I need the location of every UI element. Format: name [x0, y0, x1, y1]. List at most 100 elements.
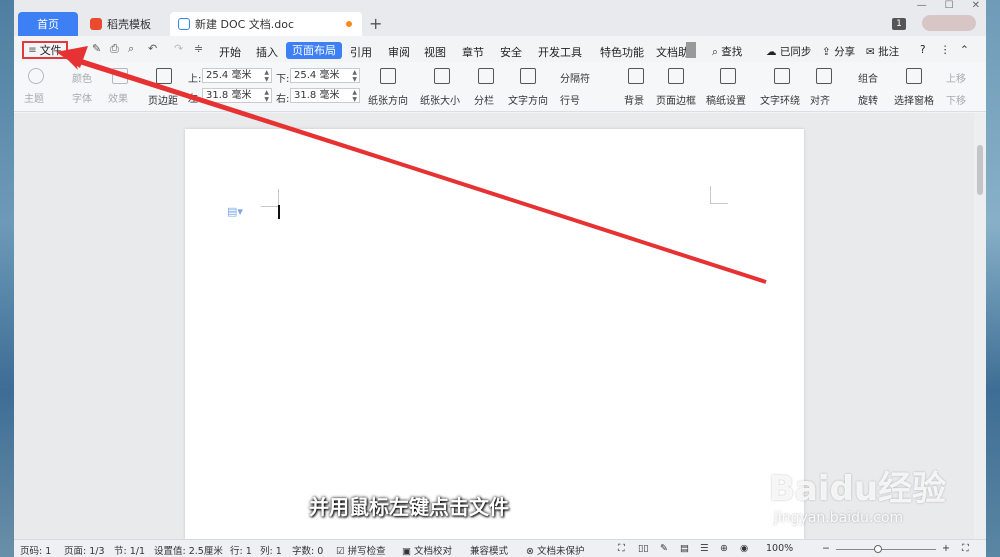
window-count-badge[interactable]: 1: [892, 18, 906, 30]
line-numbers-button[interactable]: 行号: [560, 92, 580, 107]
breaks-button[interactable]: 分隔符: [560, 70, 590, 85]
effect-button[interactable]: 效果: [108, 90, 128, 105]
status-section[interactable]: 节: 1/1: [114, 543, 145, 557]
selection-pane-button[interactable]: 选择窗格: [894, 92, 934, 107]
status-page-number[interactable]: 页码: 1: [20, 543, 51, 557]
window-controls: — ☐ ✕: [917, 0, 980, 12]
color-button[interactable]: 颜色: [72, 70, 92, 85]
tab-home[interactable]: 首页: [18, 12, 78, 36]
status-setting[interactable]: 设置值: 2.5厘米: [154, 543, 223, 557]
web-view-icon[interactable]: ⊕: [720, 543, 728, 554]
file-menu-button[interactable]: ≡ 文件: [22, 41, 68, 59]
page-border-button[interactable]: 页面边框: [656, 92, 696, 107]
paragraph-options-icon[interactable]: ▤▾: [227, 205, 243, 218]
redo-icon[interactable]: ↷: [174, 42, 183, 55]
user-avatar[interactable]: [922, 15, 976, 31]
comment-button[interactable]: ✉ 批注: [866, 44, 899, 59]
menu-security[interactable]: 安全: [500, 44, 522, 60]
sync-label: 已同步: [779, 46, 812, 58]
tab-document[interactable]: 新建 DOC 文档.doc: [170, 12, 362, 36]
scrollbar-thumb[interactable]: [977, 145, 983, 195]
close-icon[interactable]: ✕: [972, 0, 980, 12]
margin-left-input[interactable]: 31.8 毫米 ▲ ▼: [202, 88, 272, 103]
tab-templates[interactable]: 稻壳模板: [82, 12, 166, 36]
print-icon[interactable]: ⎙: [110, 42, 119, 56]
menu-view[interactable]: 视图: [424, 44, 446, 60]
help-icon[interactable]: ?: [920, 44, 926, 56]
margin-top-input[interactable]: 25.4 毫米 ▲ ▼: [202, 68, 272, 83]
margin-right-input[interactable]: 31.8 毫米 ▲ ▼: [290, 88, 360, 103]
menu-start[interactable]: 开始: [219, 44, 241, 60]
theme-button[interactable]: 主题: [24, 90, 44, 105]
menu-doc-assistant[interactable]: 文档助: [656, 44, 689, 60]
menu-references[interactable]: 引用: [350, 44, 372, 60]
format-painter-icon[interactable]: ✎: [92, 42, 101, 55]
outline-view-icon[interactable]: ☰: [700, 543, 709, 554]
zoom-in-icon[interactable]: +: [942, 543, 950, 554]
selection-pane-icon: [906, 68, 922, 84]
fullscreen-icon[interactable]: ⛶: [618, 543, 625, 554]
reading-mode-icon[interactable]: ▯▯: [638, 543, 648, 554]
comment-label: 批注: [878, 46, 900, 58]
menu-developer[interactable]: 开发工具: [538, 44, 582, 60]
new-tab-icon[interactable]: +: [369, 14, 382, 33]
menu-insert[interactable]: 插入: [256, 44, 278, 60]
zoom-slider-knob[interactable]: [874, 545, 882, 553]
zoom-level[interactable]: 100%: [766, 543, 793, 554]
search-button[interactable]: ⌕ 查找: [712, 44, 742, 59]
text-direction-button[interactable]: 文字方向: [508, 92, 548, 107]
margins-button[interactable]: 页边距: [148, 92, 178, 107]
status-col[interactable]: 列: 1: [260, 543, 282, 557]
chevron-down-icon[interactable]: ⌄: [72, 42, 81, 55]
text-wrap-button[interactable]: 文字环绕: [760, 92, 800, 107]
customize-icon[interactable]: ≑: [194, 42, 203, 55]
paper-size-button[interactable]: 纸张大小: [420, 92, 460, 107]
margin-left-label: 左:: [188, 94, 202, 105]
orientation-icon: [380, 68, 396, 84]
menu-chapter[interactable]: 章节: [462, 44, 484, 60]
group-button[interactable]: 组合: [858, 70, 878, 85]
fit-page-icon[interactable]: ⛶: [962, 543, 969, 554]
document-page[interactable]: ▤▾: [185, 129, 804, 539]
eye-protect-icon[interactable]: ◉: [740, 543, 748, 554]
video-subtitle: 并用鼠标左键点击文件: [309, 495, 509, 519]
background-button[interactable]: 背景: [624, 92, 644, 107]
share-button[interactable]: ⇪ 分享: [822, 44, 855, 59]
menu-scroll-handle[interactable]: [686, 42, 696, 58]
zoom-out-icon[interactable]: −: [822, 543, 830, 554]
bring-forward-button[interactable]: 上移: [946, 70, 966, 85]
minimize-icon[interactable]: —: [917, 0, 927, 12]
status-word-count[interactable]: 字数: 0: [292, 543, 323, 557]
protect-button[interactable]: ⊗ 文档未保护: [526, 543, 585, 557]
pen-icon[interactable]: ✎: [660, 543, 668, 554]
grid-paper-button[interactable]: 稿纸设置: [706, 92, 746, 107]
status-pages[interactable]: 页面: 1/3: [64, 543, 105, 557]
menu-features[interactable]: 特色功能: [600, 44, 644, 60]
print-preview-icon[interactable]: ⌕: [128, 42, 134, 56]
maximize-icon[interactable]: ☐: [945, 0, 954, 12]
vertical-scrollbar[interactable]: [974, 113, 986, 539]
spell-check-button[interactable]: ☑ 拼写检查: [336, 543, 386, 557]
spinner-icon[interactable]: ▲ ▼: [352, 89, 357, 103]
font-theme-button[interactable]: 字体: [72, 90, 92, 105]
spinner-icon[interactable]: ▲ ▼: [264, 69, 269, 83]
spinner-icon[interactable]: ▲ ▼: [352, 69, 357, 83]
margins-icon: [156, 68, 172, 84]
zoom-slider[interactable]: [836, 549, 936, 550]
undo-icon[interactable]: ↶: [148, 42, 157, 55]
status-row[interactable]: 行: 1: [230, 543, 252, 557]
page-view-icon[interactable]: ▤: [680, 543, 689, 554]
rotate-button[interactable]: 旋转: [858, 92, 878, 107]
sync-button[interactable]: ☁ 已同步: [766, 44, 811, 59]
collapse-ribbon-icon[interactable]: ⌃: [960, 44, 969, 56]
menu-page-layout[interactable]: 页面布局: [286, 42, 342, 59]
send-backward-button[interactable]: 下移: [946, 92, 966, 107]
proofread-button[interactable]: ▣ 文档校对: [402, 543, 452, 557]
spinner-icon[interactable]: ▲ ▼: [264, 89, 269, 103]
columns-button[interactable]: 分栏: [474, 92, 494, 107]
orientation-button[interactable]: 纸张方向: [368, 92, 408, 107]
menu-review[interactable]: 审阅: [388, 44, 410, 60]
margin-bottom-input[interactable]: 25.4 毫米 ▲ ▼: [290, 68, 360, 83]
align-button[interactable]: 对齐: [810, 92, 830, 107]
more-icon[interactable]: ⋮: [940, 44, 951, 56]
